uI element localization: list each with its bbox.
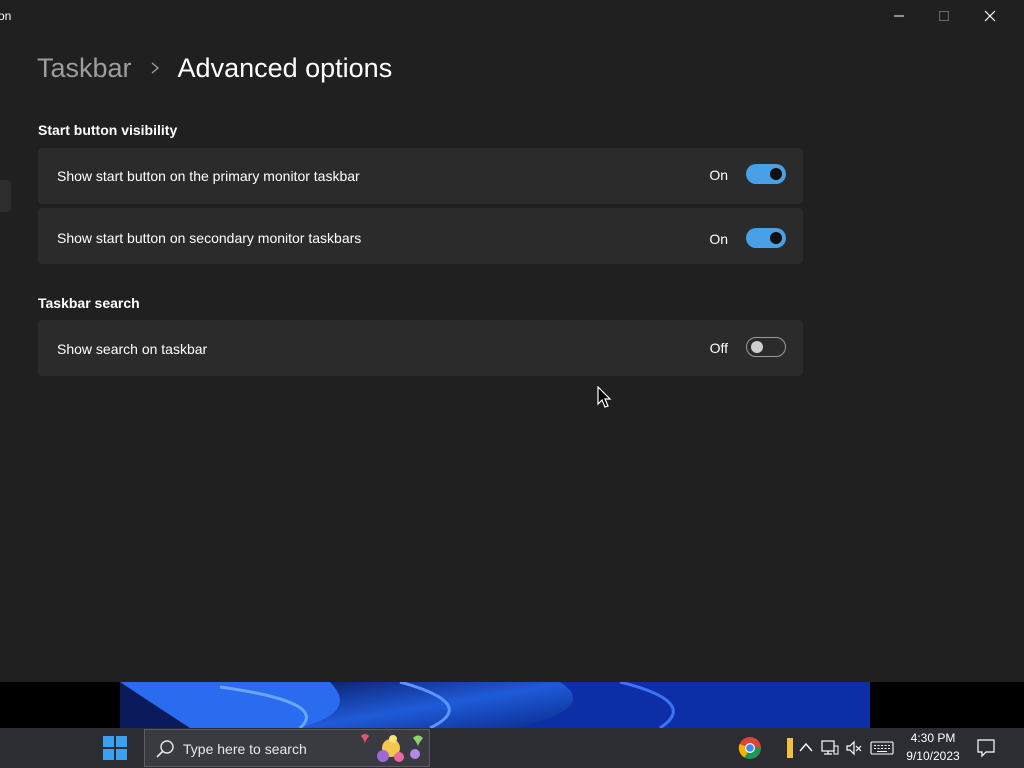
start-button[interactable] (100, 734, 130, 762)
clock-date[interactable]: 9/10/2023 (902, 749, 964, 763)
clock-time[interactable]: 4:30 PM (905, 731, 961, 745)
chevron-right-icon (150, 61, 160, 75)
page-title: Advanced options (177, 52, 393, 83)
search-icon (156, 740, 174, 758)
wallpaper-bloom-image (120, 682, 1024, 728)
setting-row-primary-start-button: Show start button on the primary monitor… (38, 148, 803, 204)
secondary-start-button-toggle[interactable] (746, 228, 786, 248)
close-button[interactable] (967, 0, 1013, 32)
file-explorer-icon[interactable] (786, 737, 794, 759)
maximize-button[interactable] (921, 0, 967, 32)
toggle-state-text: On (709, 231, 728, 247)
keyboard-icon[interactable] (870, 741, 894, 755)
section-title-start-button-visibility: Start button visibility (38, 122, 178, 138)
setting-label: Show start button on the primary monitor… (57, 168, 360, 184)
breadcrumb: Taskbar Advanced options (37, 48, 392, 88)
desktop-wallpaper (0, 682, 1024, 728)
nav-selection-stub (0, 180, 11, 212)
chevron-up-icon[interactable] (799, 741, 813, 753)
mouse-cursor-icon (597, 386, 612, 408)
minimize-button[interactable] (876, 0, 922, 32)
setting-row-show-search: Show search on taskbar Off (38, 320, 803, 376)
toggle-knob (770, 168, 782, 180)
taskbar-search-box[interactable]: Type here to search (144, 729, 430, 767)
toggle-knob (770, 232, 782, 244)
toggle-state-text: On (709, 167, 728, 183)
setting-label: Show start button on secondary monitor t… (57, 230, 362, 246)
volume-muted-icon[interactable] (845, 739, 863, 757)
windows-logo-icon (103, 736, 127, 760)
show-search-toggle[interactable] (746, 337, 786, 357)
search-highlight-flowers-icon (361, 734, 423, 762)
settings-window: on Taskbar Advanced options Start button… (0, 0, 1024, 682)
section-title-taskbar-search: Taskbar search (38, 295, 140, 311)
setting-row-secondary-start-button: Show start button on secondary monitor t… (38, 208, 803, 264)
taskbar: Type here to search 4:30 PM 9/10/2023 (0, 728, 1024, 768)
minimize-icon (894, 15, 904, 17)
maximize-icon (939, 11, 949, 21)
search-placeholder: Type here to search (183, 741, 307, 757)
network-icon[interactable] (821, 739, 839, 757)
window-title-fragment: on (0, 9, 12, 23)
setting-label: Show search on taskbar (57, 341, 208, 357)
toggle-state-text: Off (709, 340, 728, 356)
chrome-icon[interactable] (738, 736, 762, 760)
notification-icon[interactable] (976, 738, 996, 758)
breadcrumb-parent-link[interactable]: Taskbar (37, 53, 132, 84)
toggle-knob (751, 341, 763, 353)
close-icon (984, 10, 996, 22)
primary-start-button-toggle[interactable] (746, 164, 786, 184)
